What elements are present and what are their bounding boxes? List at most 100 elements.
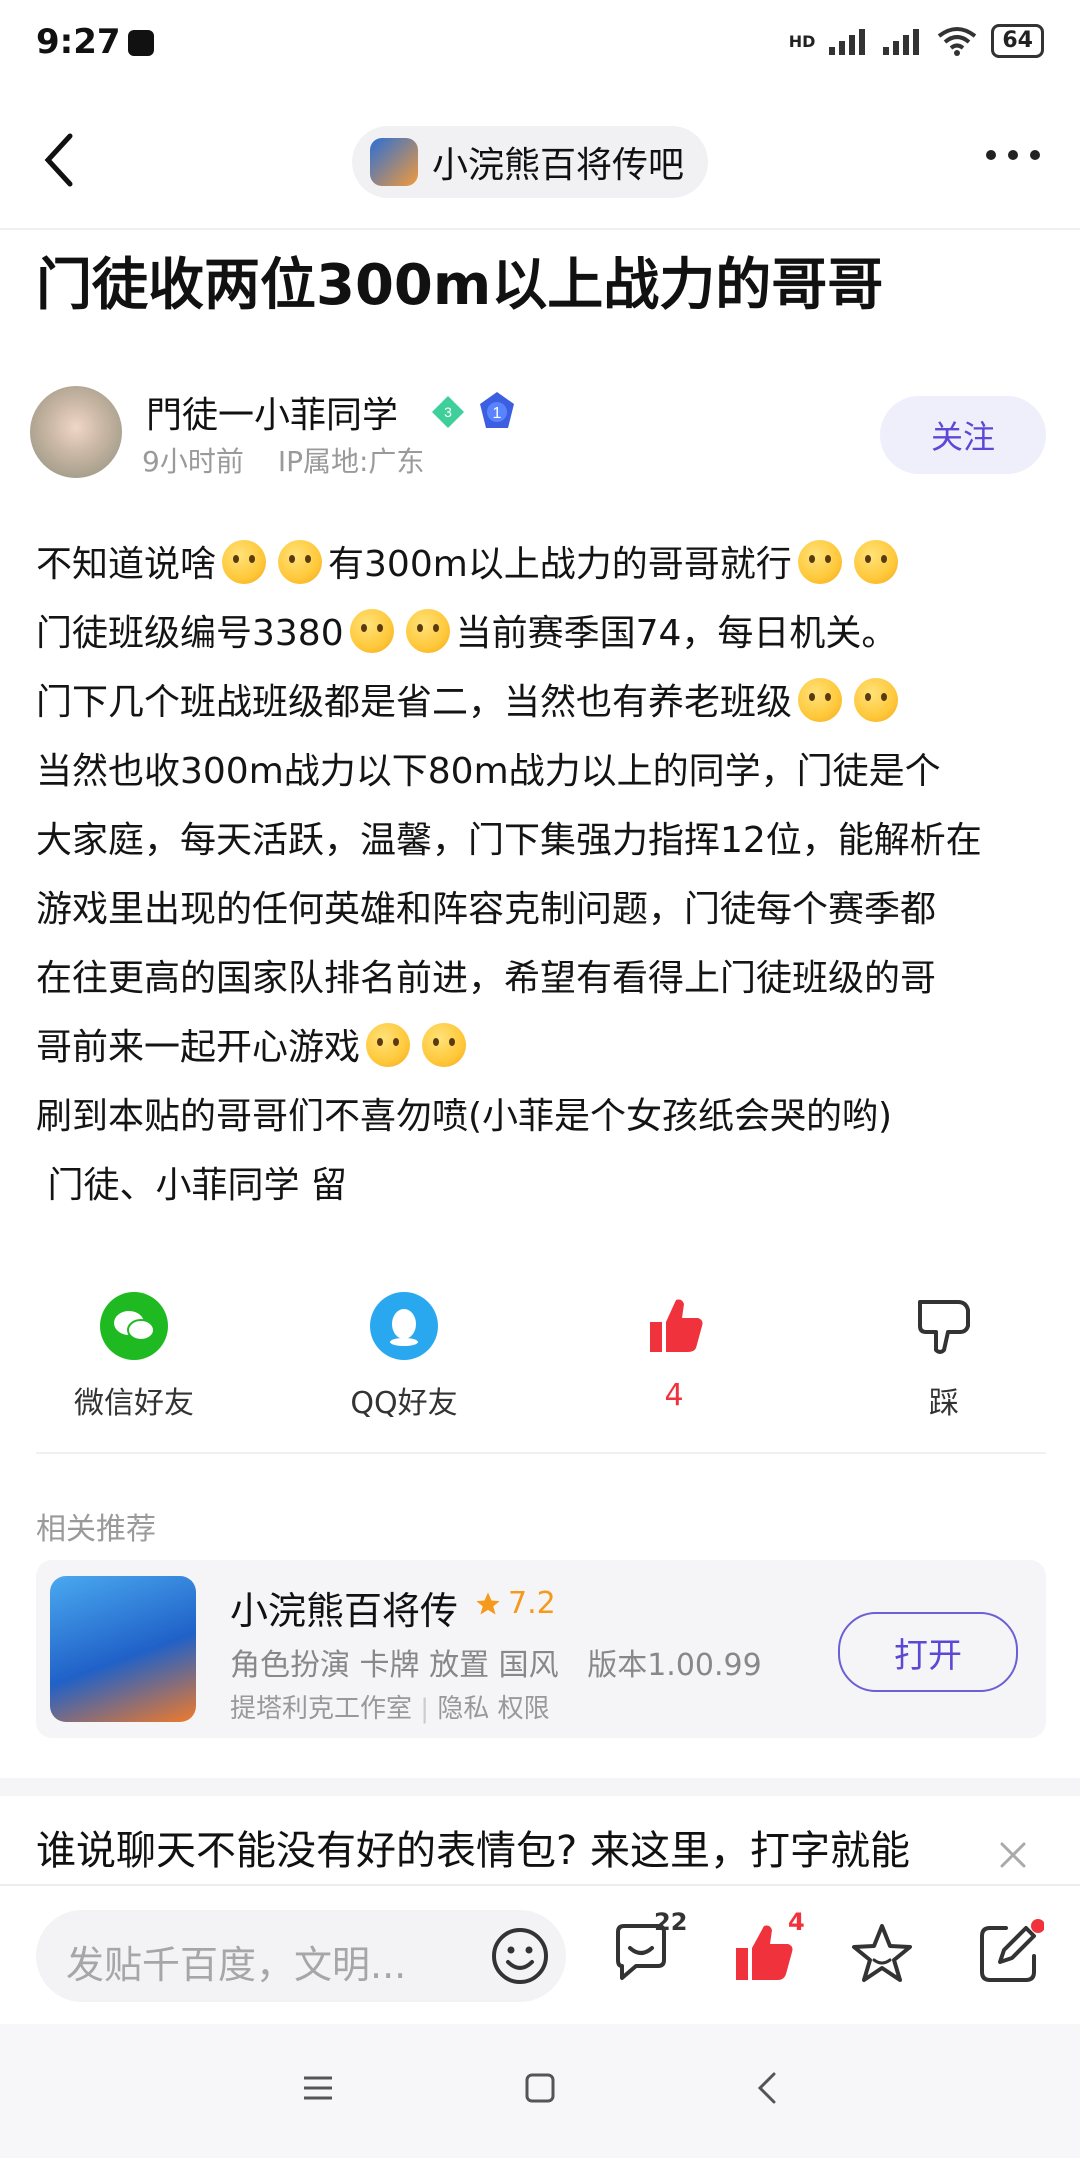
emoji-smile-icon[interactable]: [486, 1922, 554, 1990]
dislike-label: 踩: [929, 1386, 959, 1421]
open-app-button[interactable]: 打开: [838, 1612, 1018, 1692]
status-indicators: HD 64: [789, 24, 1044, 58]
dislike-button[interactable]: 踩: [864, 1292, 1024, 1422]
section-divider: [36, 1452, 1046, 1454]
follow-button[interactable]: 关注: [880, 396, 1046, 474]
permissions-link[interactable]: 权限: [498, 1694, 550, 1724]
post-text: 当然也收300m战力以下80m战力以上的同学，门徒是个: [36, 751, 941, 792]
post-text: 刷到本贴的哥哥们不喜勿喷(小菲是个女孩纸会哭的哟): [36, 1096, 893, 1137]
post-text: 大家庭，每天活跃，温馨，门下集强力指挥12位，能解析在: [36, 820, 982, 861]
rating-value: 7.2: [508, 1586, 556, 1621]
post-text: 哥前来一起开心游戏: [36, 1027, 361, 1068]
bottom-like-count: 4: [788, 1908, 805, 1936]
favorite-button[interactable]: [846, 1918, 918, 1990]
app-tag-list: 角色扮演 卡牌 放置 国风: [230, 1648, 559, 1683]
post-line: 游戏里出现的任何英雄和阵容克制问题，门徒每个赛季都: [36, 875, 1046, 944]
battery-indicator: 64: [991, 24, 1044, 58]
share-wechat[interactable]: 微信好友: [54, 1292, 214, 1422]
reply-input[interactable]: 发贴千百度，文明...: [36, 1910, 566, 2002]
post-body: 不知道说啥 有300m以上战力的哥哥就行门徒班级编号3380 当前赛季国74，每日机…: [36, 530, 1046, 1220]
network-label: HD: [788, 31, 816, 51]
wifi-icon: [938, 27, 977, 56]
post-title: 门徒收两位300m以上战力的哥哥: [36, 253, 884, 318]
level-badge-icon: 3: [430, 394, 466, 430]
app-tags: 角色扮演 卡牌 放置 国风 版本1.00.99: [230, 1640, 762, 1684]
post-text: 当前赛季国74，每日机关。: [455, 613, 898, 654]
star-outline-icon: [852, 1924, 912, 1982]
post-line: 刷到本贴的哥哥们不喜勿喷(小菲是个女孩纸会哭的哟): [36, 1082, 1046, 1151]
emoji-icon: [798, 678, 843, 722]
rank-badge-icon: 1: [476, 390, 518, 432]
back-arrow-icon[interactable]: [40, 130, 80, 190]
reply-input-placeholder: 发贴千百度，文明...: [66, 1943, 407, 1987]
menu-icon[interactable]: [300, 2070, 336, 2106]
post-text: 门徒班级编号3380: [36, 613, 344, 654]
rank-badge-text: 1: [493, 405, 502, 422]
star-icon: [476, 1591, 500, 1614]
share-qq-label: QQ好友: [350, 1386, 458, 1421]
comment-count: 22: [654, 1908, 688, 1936]
thumbs-down-icon: [910, 1292, 978, 1360]
level-badge-text: 3: [444, 404, 452, 420]
ip-location: IP属地:广东: [277, 445, 425, 478]
signal-icon-2: [883, 29, 920, 55]
emoji-icon: [278, 540, 323, 584]
more-options-icon[interactable]: [986, 150, 1040, 160]
qq-icon: [370, 1292, 438, 1360]
forum-name: 小浣熊百将传吧: [432, 145, 685, 186]
close-icon[interactable]: [996, 1838, 1030, 1872]
like-count: 4: [664, 1378, 684, 1413]
emoji-icon: [854, 678, 899, 722]
emoji-icon: [422, 1023, 467, 1067]
app-name: 小浣熊百将传: [230, 1589, 459, 1633]
edit-icon: [980, 1919, 1045, 1982]
post-time: 9小时前: [142, 445, 244, 478]
thumbs-up-icon: [640, 1292, 708, 1360]
like-button[interactable]: 4: [594, 1292, 754, 1413]
system-navigation-bar: [0, 2024, 1080, 2158]
comments-button[interactable]: 22: [608, 1908, 687, 1990]
forum-header-pill[interactable]: 小浣熊百将传吧: [352, 126, 709, 198]
emoji-icon: [222, 540, 267, 584]
related-recommendations-title: 相关推荐: [36, 1512, 156, 1547]
edit-post-button[interactable]: [972, 1918, 1045, 1990]
app-rating: 7.2: [474, 1586, 556, 1621]
wechat-icon: [100, 1292, 168, 1360]
post-text: 门下几个班战班级都是省二，当然也有养老班级: [36, 682, 793, 723]
post-text: 不知道说啥: [36, 544, 217, 585]
share-wechat-label: 微信好友: [74, 1386, 194, 1421]
post-text: 门徒、小菲同学 留: [36, 1165, 347, 1206]
post-line: 大家庭，每天活跃，温馨，门下集强力指挥12位，能解析在: [36, 806, 1046, 875]
post-text: 有300m以上战力的哥哥就行: [328, 544, 792, 585]
section-gap: [0, 1778, 1080, 1796]
author-meta: 9小时前 IP属地:广东: [142, 440, 424, 480]
status-time: 9:27: [36, 22, 121, 62]
signal-icon: [829, 29, 866, 55]
app-developer-row: 提塔利克工作室 | 隐私 权限: [230, 1694, 550, 1724]
home-icon[interactable]: [522, 2070, 558, 2106]
app-icon: [50, 1576, 196, 1722]
bottom-like-button[interactable]: 4: [728, 1908, 805, 1990]
post-line: 哥前来一起开心游戏: [36, 1013, 1046, 1082]
emoji-icon: [797, 540, 842, 584]
app-developer: 提塔利克工作室: [230, 1694, 413, 1724]
author-avatar[interactable]: [30, 386, 122, 478]
app-version: 版本1.00.99: [587, 1648, 762, 1683]
post-line: 在往更高的国家队排名前进，希望有看得上门徒班级的哥: [36, 944, 1046, 1013]
emoji-icon: [405, 609, 450, 653]
post-text: 在往更高的国家队排名前进，希望有看得上门徒班级的哥: [36, 958, 937, 999]
post-line: 门徒、小菲同学 留: [36, 1151, 1046, 1220]
post-text: 游戏里出现的任何英雄和阵容克制问题，门徒每个赛季都: [36, 889, 937, 930]
share-qq[interactable]: QQ好友: [324, 1292, 484, 1422]
emoji-icon: [349, 609, 394, 653]
back-icon[interactable]: [752, 2068, 782, 2108]
post-line: 当然也收300m战力以下80m战力以上的同学，门徒是个: [36, 737, 1046, 806]
author-name[interactable]: 門徒一小菲同学: [146, 386, 398, 438]
recommended-app-card[interactable]: 小浣熊百将传 7.2 角色扮演 卡牌 放置 国风 版本1.00.99 提塔利克工…: [36, 1560, 1046, 1738]
ad-banner-text[interactable]: 谁说聊天不能没有好的表情包? 来这里，打字就能: [36, 1818, 956, 1876]
emoji-icon: [366, 1023, 411, 1067]
nav-divider: [0, 228, 1080, 230]
privacy-link[interactable]: 隐私: [437, 1694, 489, 1724]
forum-avatar-icon: [370, 138, 418, 186]
post-line: 不知道说啥 有300m以上战力的哥哥就行: [36, 530, 1046, 599]
